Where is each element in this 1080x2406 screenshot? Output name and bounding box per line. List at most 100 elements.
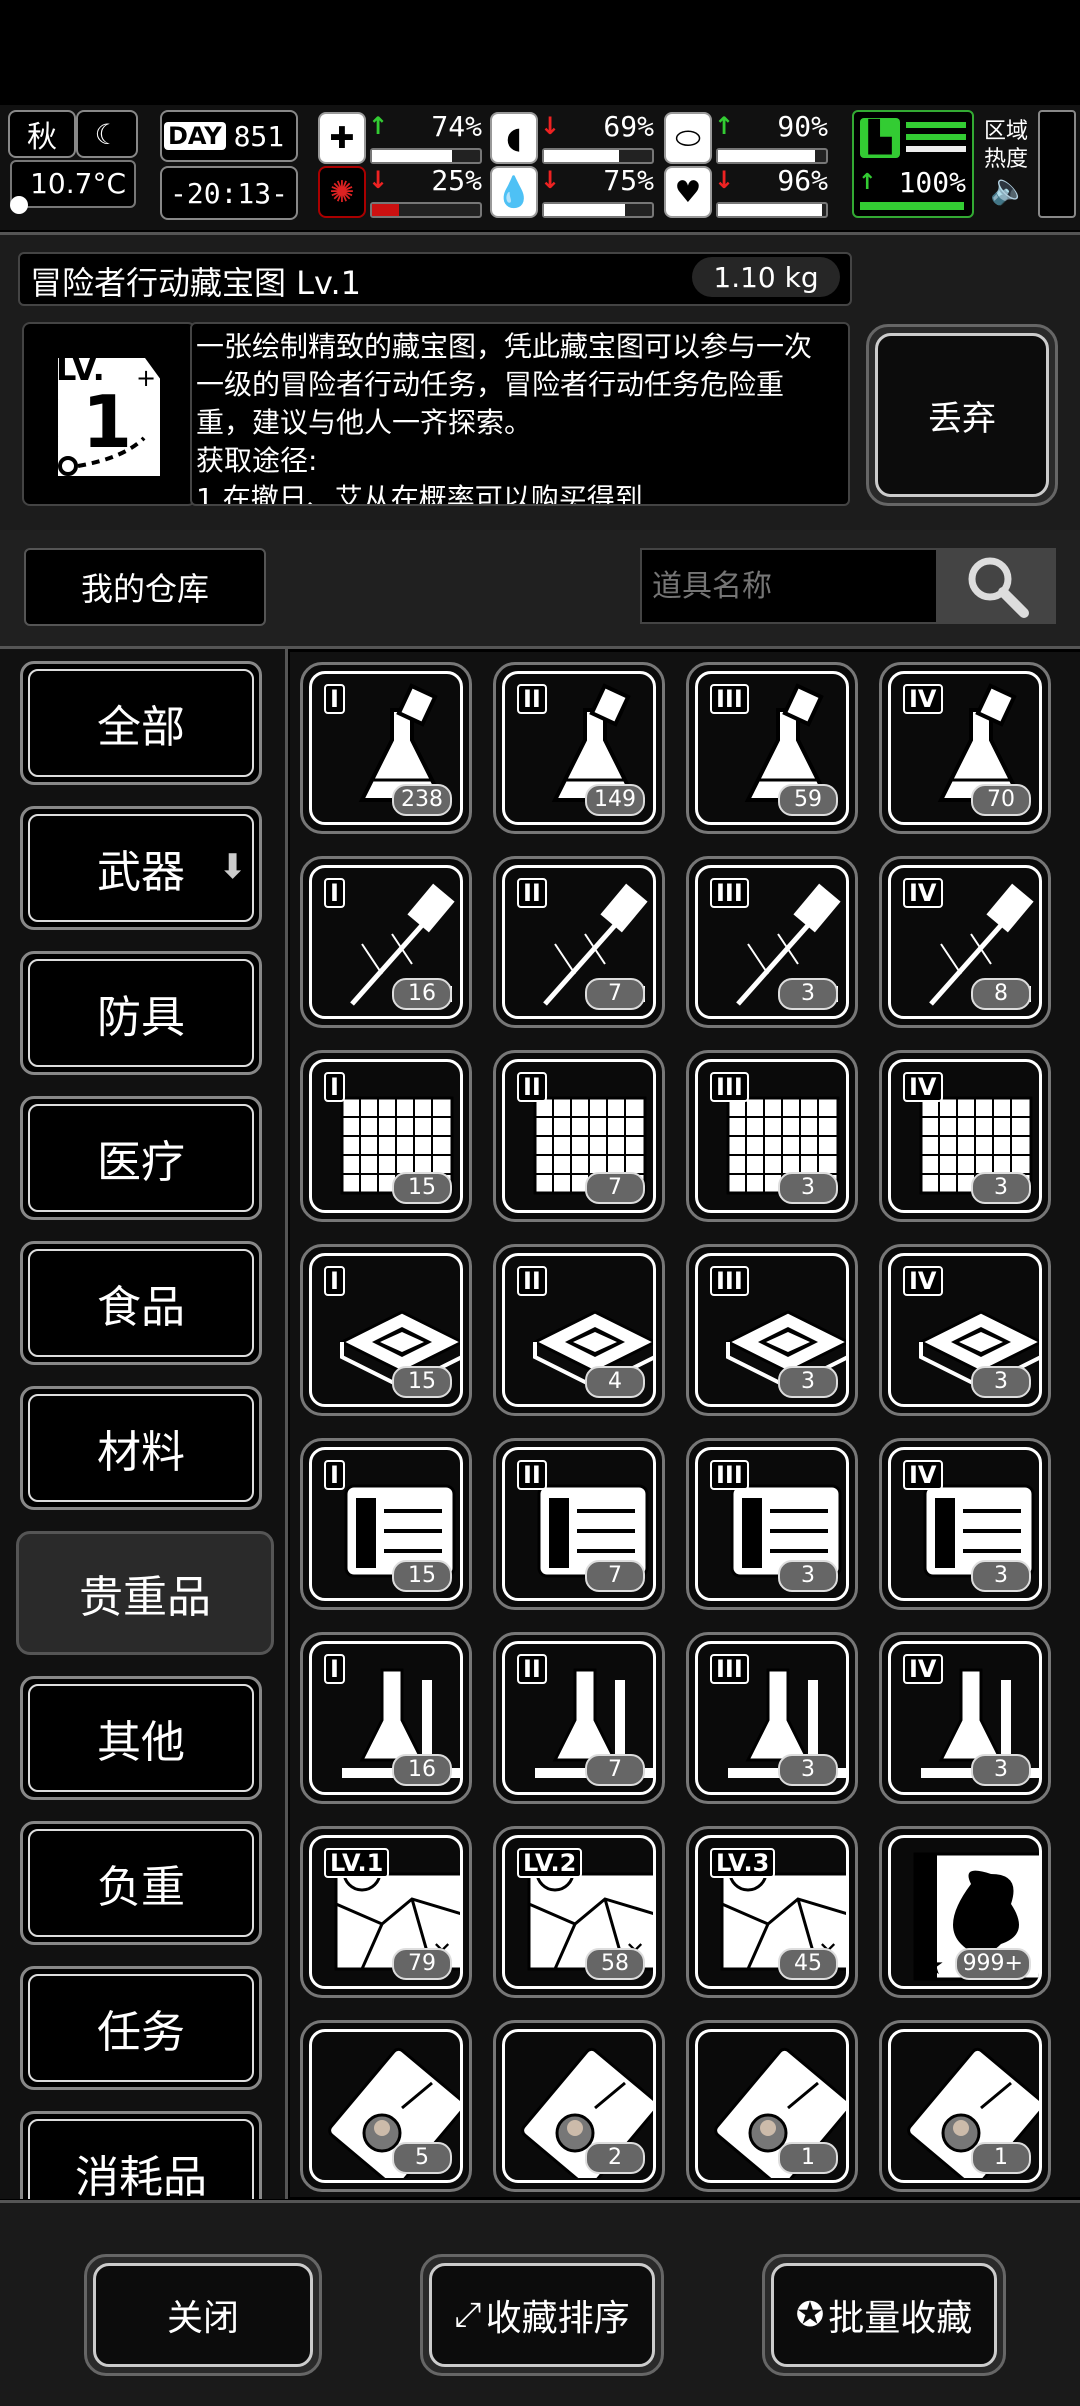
category-tab[interactable]: 全部 [20,661,262,785]
arrow-down-icon: ⬇ [218,847,248,887]
item-tile[interactable]: ★ 999+ [879,1826,1051,1998]
item-tile[interactable]: II 7 [493,856,665,1028]
category-tab[interactable]: 武器 ⬇ [20,806,262,930]
item-grid[interactable]: I 238 II 149 III 59 IV 70 I 16 II 7 III 3 IV 8 I 15 II 7 III… [290,652,1080,2197]
item-count: 3 [971,1172,1031,1204]
item-tile[interactable]: 1 [686,2020,858,2192]
item-tile[interactable]: III 3 [686,1050,858,1222]
item-count: 59 [778,784,838,816]
water-drop-icon: 💧 [490,166,538,218]
item-tier: IV [903,684,943,714]
zone-heat-meter [1038,110,1076,218]
item-tile[interactable]: I 15 [300,1438,472,1610]
item-tile[interactable]: I 238 [300,662,472,834]
item-tile[interactable]: III 3 [686,1632,858,1804]
item-tier: I [324,878,345,908]
stamina-panel: ▙ ↑ 100% [852,110,974,218]
item-tier: LV.2 [517,1848,583,1878]
category-tab[interactable]: 防具 [20,951,262,1075]
close-button[interactable]: 关闭 [84,2254,322,2376]
item-tile[interactable]: IV 3 [879,1632,1051,1804]
item-tile[interactable]: I 16 [300,856,472,1028]
item-tile[interactable]: II 7 [493,1632,665,1804]
item-tile[interactable]: I 15 [300,1050,472,1222]
item-tile[interactable]: II 7 [493,1438,665,1610]
category-tab[interactable]: 负重 [20,1821,262,1945]
sort-favorites-button[interactable]: ⤢ 收藏排序 [420,2254,664,2376]
item-tile[interactable]: IV 3 [879,1438,1051,1610]
trend-down-icon: ↓ [714,166,735,194]
item-count: 3 [778,1754,838,1786]
item-tile-frame: 2 [502,2029,656,2183]
item-tile[interactable]: III 3 [686,856,858,1028]
item-tile[interactable]: III 3 [686,1438,858,1610]
category-label: 任务 [97,2007,185,2058]
stamina-bar [860,202,964,210]
item-count: 79 [392,1948,452,1980]
item-tile-frame: ✕LV.345 [695,1835,849,1989]
item-tile[interactable]: IV 8 [879,856,1051,1028]
category-label: 消耗品 [75,2152,207,2199]
item-tile[interactable]: III 3 [686,1244,858,1416]
category-tab[interactable]: 食品 [20,1241,262,1365]
batch-favorite-label: 批量收藏 [828,2298,973,2339]
item-tile[interactable]: II 149 [493,662,665,834]
item-tier: III [710,1460,749,1490]
item-tile-frame: I 16 [309,1641,463,1795]
category-sidebar[interactable]: 全部武器 ⬇ 防具医疗食品材料贵重品其他负重任务消耗品 [0,649,288,2199]
item-weight-value: 1.10 kg [713,260,819,294]
item-tile[interactable]: ✕LV.179 [300,1826,472,1998]
stat-value: 96% [777,164,828,197]
item-tile[interactable]: 2 [493,2020,665,2192]
moon-icon: ☾ [76,110,138,158]
item-tile-frame: 1 [888,2029,1042,2183]
category-label: 医疗 [97,1137,185,1188]
item-tier: IV [903,1654,943,1684]
day-label: DAY [164,122,226,150]
item-tile-frame: II 4 [502,1253,656,1407]
discard-button[interactable]: 丢弃 [866,324,1058,506]
item-tile-frame: III 3 [695,1253,849,1407]
item-tile[interactable]: II 4 [493,1244,665,1416]
item-tier: III [710,684,749,714]
item-tile[interactable]: IV 70 [879,662,1051,834]
item-tile[interactable]: III 59 [686,662,858,834]
item-tier: III [710,878,749,908]
item-count: 15 [392,1366,452,1398]
item-description: 一张绘制精致的藏宝图，凭此藏宝图可以参与一次一级的冒险者行动任务，冒险者行动任务… [196,330,813,506]
item-tile[interactable]: ✕LV.345 [686,1826,858,1998]
trend-up-icon: ↑ [368,112,389,140]
item-tier: IV [903,878,943,908]
item-search-input[interactable] [640,548,938,624]
category-tab[interactable]: 材料 [20,1386,262,1510]
category-tab[interactable]: 其他 [20,1676,262,1800]
category-tab[interactable]: 贵重品 [16,1531,274,1655]
item-tile[interactable]: ✕LV.258 [493,1826,665,1998]
category-tab[interactable]: 任务 [20,1966,262,2090]
item-count: 7 [585,1754,645,1786]
item-tile[interactable]: II 7 [493,1050,665,1222]
search-button[interactable] [938,548,1056,624]
item-tile[interactable]: IV 3 [879,1050,1051,1222]
item-tile-frame: III 59 [695,671,849,825]
item-tile-frame: I 15 [309,1253,463,1407]
item-tile-frame: II 7 [502,1641,656,1795]
category-tab[interactable]: 消耗品 [20,2111,262,2199]
item-tile[interactable]: I 16 [300,1632,472,1804]
stat-bar [370,148,482,164]
item-tier: III [710,1266,749,1296]
boot-icon: ▙ [860,118,900,158]
item-tile[interactable]: 5 [300,2020,472,2192]
my-warehouse-tab[interactable]: 我的仓库 [24,548,266,626]
trend-down-icon: ↓ [540,166,561,194]
item-tile[interactable]: 1 [879,2020,1051,2192]
item-tile-frame: IV 3 [888,1641,1042,1795]
item-icon-box: + LV. 1 [22,322,196,506]
batch-favorite-button[interactable]: ✪ 批量收藏 [762,2254,1006,2376]
item-tile[interactable]: I 15 [300,1244,472,1416]
item-tile[interactable]: IV 3 [879,1244,1051,1416]
item-count: 70 [971,784,1031,816]
item-description-box[interactable]: 一张绘制精致的藏宝图，凭此藏宝图可以参与一次一级的冒险者行动任务，冒险者行动任务… [190,322,850,506]
speaker-icon[interactable]: 🔈 [990,172,1027,207]
category-tab[interactable]: 医疗 [20,1096,262,1220]
